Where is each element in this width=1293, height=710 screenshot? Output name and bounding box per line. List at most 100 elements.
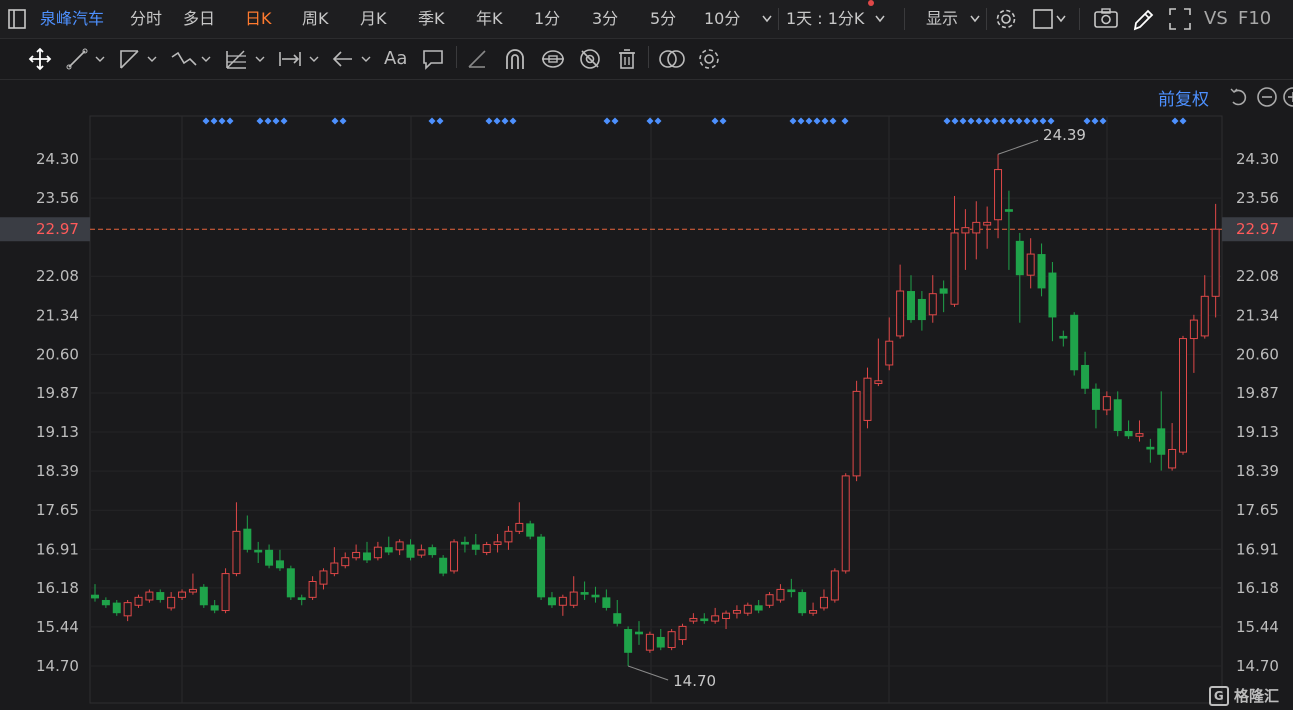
candle-body [352,551,361,559]
wave-icon[interactable] [170,47,214,71]
candle [1157,391,1166,471]
candle [961,209,970,270]
y-tick-label-left: 23.56 [36,189,79,207]
candle [656,629,665,651]
event-marker [603,117,611,125]
candle [569,576,578,608]
candle-body [537,536,546,598]
candle [841,473,850,574]
delete-icon[interactable] [616,47,638,71]
candle [450,539,459,574]
sidebar-toggle-icon[interactable] [8,0,26,38]
candle-body [308,581,317,598]
y-tick-label-right: 17.65 [1236,501,1279,519]
candle-body [243,528,252,550]
candle-body [819,596,828,609]
candle-body [1015,240,1024,276]
f10-button[interactable]: F10 [1238,0,1271,38]
vs-button[interactable]: VS [1204,0,1228,38]
candle [1124,420,1133,439]
period-tab[interactable]: 多日 [183,0,215,38]
period-tab[interactable]: 3分 [592,0,618,38]
candle-body [732,610,741,614]
candle-body [1157,428,1166,455]
fullscreen-icon[interactable] [1168,0,1192,38]
candle-body [1026,253,1035,276]
candle-body [384,547,393,553]
candle [602,589,611,611]
settings-icon[interactable] [697,47,721,71]
candle [308,576,317,600]
candlestick-chart[interactable]: 24.30 24.30 23.56 23.56 22.08 22.08 21.34 21.34… [0,80,1293,710]
y-tick-label-left: 19.13 [36,423,79,441]
period-tab[interactable]: 周K [302,0,329,38]
candle-body [1189,319,1198,340]
line-icon[interactable] [66,47,108,71]
eraser-icon[interactable] [466,47,488,71]
y-tick-label-left: 16.18 [36,579,79,597]
candle-body [112,602,121,614]
min-label-leader [627,665,669,681]
event-marker [202,117,210,125]
event-marker [999,117,1007,125]
period-tab[interactable]: 月K [360,0,387,38]
stock-name[interactable]: 泉峰汽车 [40,0,104,38]
event-marker [1091,117,1099,125]
candle [547,592,556,608]
candle [352,544,361,561]
y-tick-label-left: 18.39 [36,462,79,480]
hide-icon[interactable] [578,47,602,71]
period-tab[interactable]: 分时 [130,0,162,38]
candle [1146,438,1155,463]
candle-body [765,594,774,606]
current-price-label-right: 22.97 [1236,220,1279,238]
event-marker [1039,117,1047,125]
lock-icon[interactable] [540,47,566,71]
period-tab[interactable]: 5分 [650,0,676,38]
comment-icon[interactable] [422,47,444,71]
event-marker [719,117,727,125]
period-tab[interactable]: 1分 [534,0,560,38]
layout-icon[interactable] [1033,0,1067,38]
text-icon[interactable]: Aa [384,47,407,71]
candle-body [1200,295,1209,337]
event-marker [509,117,517,125]
y-tick-label-right: 23.56 [1236,189,1279,207]
candle-body [286,568,295,598]
pencil-icon[interactable] [1132,0,1154,38]
interval-selector[interactable]: 1天 : 1分K [786,0,864,38]
compare-icon[interactable] [658,47,686,71]
candle [178,589,187,600]
candle [1048,261,1057,342]
candle-body [645,633,654,651]
period-tab[interactable]: 季K [418,0,445,38]
candle-body [830,570,839,601]
candle [406,539,415,561]
candle [123,599,132,622]
candle [874,338,883,387]
display-menu[interactable]: 显示 [926,0,958,38]
candle-body [428,547,437,556]
channel-icon[interactable] [118,47,160,71]
display-chevron-icon[interactable] [969,0,981,38]
event-marker [264,117,272,125]
magnet-icon[interactable] [503,47,527,71]
candle [667,629,676,651]
period-tab[interactable]: 10分 [704,0,740,38]
move-icon[interactable] [28,47,52,71]
more-periods-chevron-icon[interactable] [761,0,773,38]
y-tick-label-left: 19.87 [36,384,79,402]
settings-icon[interactable] [995,0,1017,38]
period-tab[interactable]: 日K [245,0,272,38]
arrow-icon[interactable] [332,47,376,71]
candle [243,515,252,553]
camera-icon[interactable] [1094,0,1118,38]
candle-body [254,549,263,553]
period-tab[interactable]: 年K [476,0,503,38]
event-marker [975,117,983,125]
measure-icon[interactable] [278,47,322,71]
candle [1135,420,1144,442]
interval-chevron-icon[interactable] [874,0,886,38]
fib-icon[interactable] [224,47,268,71]
event-marker [959,117,967,125]
